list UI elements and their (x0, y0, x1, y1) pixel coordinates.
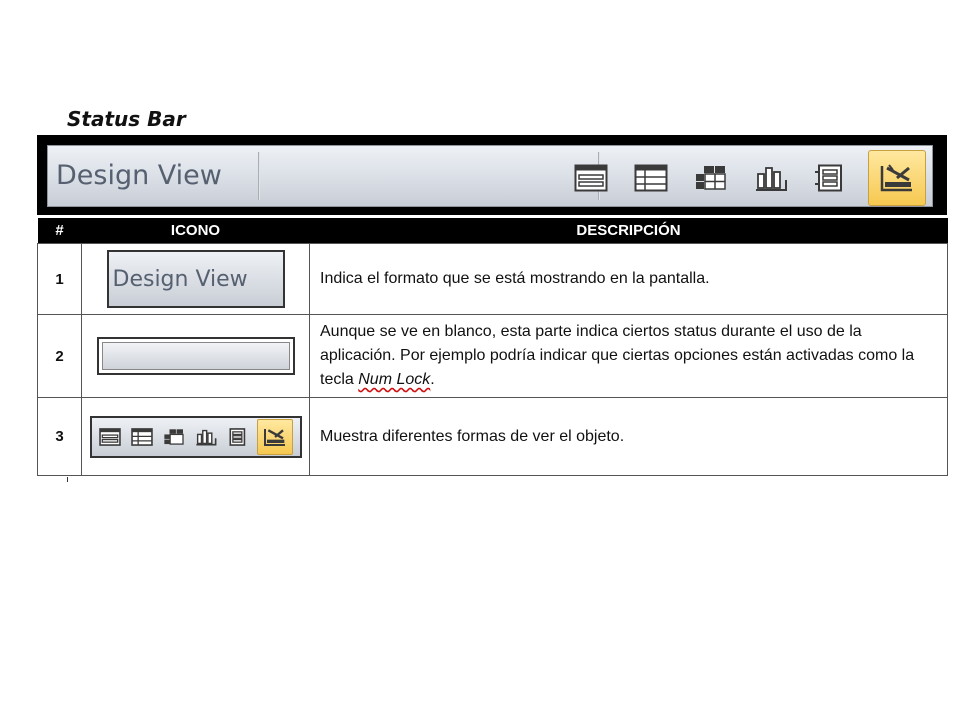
blank-status-area-sample (96, 337, 295, 375)
status-bar-frame: Design View (37, 135, 947, 215)
row-number: 3 (37, 397, 82, 476)
header-icon: ICONO (81, 218, 310, 244)
num-lock-text: Num Lock (358, 371, 431, 388)
table-row: 2 Aunque se ve en blanco, esta parte ind… (37, 314, 948, 398)
row-description: Aunque se ve en blanco, esta parte indic… (309, 314, 948, 398)
status-bar: Design View (47, 145, 933, 207)
table-mark (67, 477, 68, 482)
row-number: 2 (37, 314, 82, 398)
view-buttons (568, 150, 926, 206)
view-buttons-sample (89, 415, 302, 458)
pivottable-view-icon (161, 424, 187, 450)
table-row: 1 Design View Indica el formato que se e… (37, 243, 948, 315)
icon-table: # ICONO DESCRIPCIÓN 1 Design View Indica… (37, 218, 948, 476)
pivotchart-view-icon[interactable] (748, 153, 794, 203)
design-view-icon (256, 418, 293, 455)
page-title: Status Bar (67, 107, 186, 131)
pivotchart-view-icon (193, 424, 219, 450)
table-header-row: # ICONO DESCRIPCIÓN (37, 218, 948, 244)
design-view-label-sample: Design View (106, 250, 285, 308)
icon-cell (81, 397, 310, 476)
row-number: 1 (37, 243, 82, 315)
form-view-icon (97, 424, 123, 450)
row-description: Indica el formato que se está mostrando … (309, 243, 948, 315)
view-label: Design View (56, 160, 222, 191)
header-description: DESCRIPCIÓN (309, 218, 948, 244)
datasheet-view-icon[interactable] (628, 153, 674, 203)
layout-view-icon (225, 424, 251, 450)
separator (258, 152, 260, 200)
datasheet-view-icon (129, 424, 155, 450)
desc-text-end: . (430, 371, 435, 388)
row-description: Muestra diferentes formas de ver el obje… (309, 397, 948, 476)
table-row: 3 Muestra diferentes formas de ver el ob… (37, 397, 948, 476)
icon-cell (81, 314, 310, 398)
layout-view-icon[interactable] (808, 153, 854, 203)
pivottable-view-icon[interactable] (688, 153, 734, 203)
header-number: # (37, 218, 82, 244)
design-view-icon[interactable] (868, 150, 926, 206)
icon-cell: Design View (81, 243, 310, 315)
form-view-icon[interactable] (568, 153, 614, 203)
